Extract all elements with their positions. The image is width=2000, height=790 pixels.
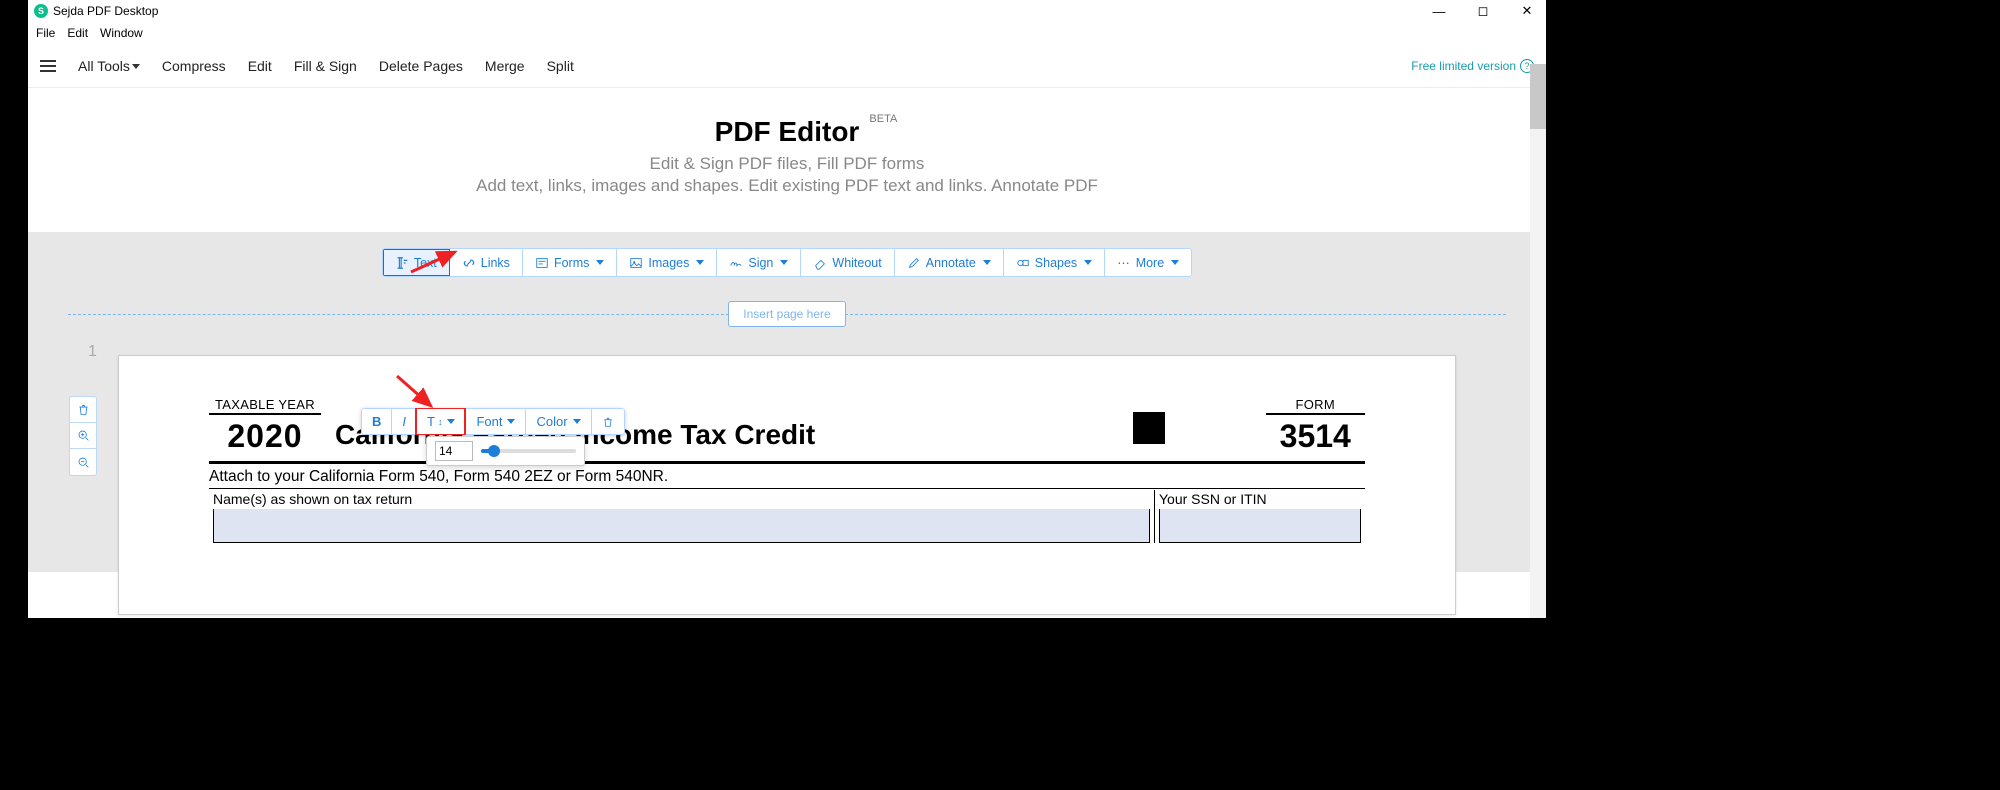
zoom-in-icon [77, 429, 90, 442]
window-title: Sejda PDF Desktop [53, 4, 158, 18]
form-number: 3514 [1266, 418, 1365, 455]
font-color-button[interactable]: Color [525, 408, 590, 435]
pdf-page[interactable]: B I T↕ Font Color [118, 355, 1456, 615]
free-version-link[interactable]: Free limited version ? [1411, 59, 1534, 73]
image-icon [629, 256, 643, 270]
page-side-tools [69, 396, 97, 476]
scrollbar-thumb[interactable] [1530, 64, 1546, 129]
pencil-icon [907, 256, 921, 270]
insert-page-button[interactable]: Insert page here [728, 301, 845, 327]
names-input[interactable] [213, 509, 1150, 543]
chevron-down-icon [447, 419, 455, 424]
chevron-down-icon [983, 260, 991, 265]
font-size-input[interactable] [435, 441, 473, 461]
hero: PDF Editor BETA Edit & Sign PDF files, F… [28, 88, 1546, 232]
page-title: PDF Editor BETA [715, 116, 860, 148]
font-family-button[interactable]: Font [465, 408, 525, 435]
tool-text-button[interactable]: Text [383, 249, 450, 276]
barcode-placeholder [1133, 412, 1165, 444]
menu-window[interactable]: Window [100, 26, 143, 40]
font-size-slider[interactable] [481, 449, 576, 453]
tax-year: 2020 [209, 418, 321, 455]
chevron-down-icon [696, 260, 704, 265]
tool-images-button[interactable]: Images [617, 249, 717, 276]
eraser-icon [813, 256, 827, 270]
insert-page-row: Insert page here [68, 301, 1506, 327]
delete-text-button[interactable] [591, 408, 625, 435]
window-minimize-button[interactable]: — [1426, 4, 1452, 19]
chevron-down-icon [132, 64, 140, 69]
chevron-down-icon [780, 260, 788, 265]
tool-sign-button[interactable]: Sign [717, 249, 801, 276]
ssn-field-label: Your SSN or ITIN [1159, 491, 1361, 507]
zoom-in-button[interactable] [70, 423, 96, 449]
chevron-down-icon [596, 260, 604, 265]
text-format-toolbar: B I T↕ Font Color [361, 408, 625, 435]
chevron-down-icon [573, 419, 581, 424]
trash-icon [602, 416, 614, 428]
hero-subtitle: Edit & Sign PDF files, Fill PDF forms [28, 154, 1546, 174]
beta-badge: BETA [869, 113, 897, 125]
nav-compress[interactable]: Compress [162, 58, 226, 74]
nav-all-tools[interactable]: All Tools [78, 58, 140, 74]
edit-toolbar: Text Links Forms Images [28, 248, 1546, 277]
menu-edit[interactable]: Edit [67, 26, 88, 40]
nav-fill-sign[interactable]: Fill & Sign [294, 58, 357, 74]
ssn-input[interactable] [1159, 509, 1361, 543]
dots-icon: ⋯ [1117, 255, 1131, 270]
shapes-icon [1016, 256, 1030, 270]
zoom-out-button[interactable] [70, 449, 96, 475]
delete-page-button[interactable] [70, 397, 96, 423]
nav-merge[interactable]: Merge [485, 58, 525, 74]
chevron-down-icon [1171, 260, 1179, 265]
chevron-down-icon [507, 419, 515, 424]
tool-more-button[interactable]: ⋯ More [1105, 249, 1191, 276]
window-titlebar: S Sejda PDF Desktop — ◻ ✕ [28, 0, 1546, 22]
form-label: FORM [1266, 397, 1365, 415]
app-toolbar: All Tools Compress Edit Fill & Sign Dele… [28, 44, 1546, 88]
text-cursor-icon [395, 256, 409, 270]
signature-icon [729, 256, 743, 270]
menubar: File Edit Window [28, 22, 1546, 44]
page-number: 1 [88, 343, 97, 361]
hero-description: Add text, links, images and shapes. Edit… [28, 176, 1546, 196]
tool-annotate-button[interactable]: Annotate [895, 249, 1004, 276]
italic-button[interactable]: I [391, 408, 416, 435]
tool-forms-button[interactable]: Forms [523, 249, 617, 276]
bold-button[interactable]: B [361, 408, 391, 435]
attach-instruction: Attach to your California Form 540, Form… [209, 468, 1365, 486]
zoom-out-icon [77, 456, 90, 469]
names-field-label: Name(s) as shown on tax return [213, 491, 1150, 507]
nav-edit[interactable]: Edit [248, 58, 272, 74]
tool-shapes-button[interactable]: Shapes [1004, 249, 1105, 276]
font-size-button[interactable]: T↕ [416, 408, 465, 435]
taxable-year-label: TAXABLE YEAR [209, 397, 321, 415]
font-size-popover [426, 436, 585, 466]
nav-split[interactable]: Split [547, 58, 574, 74]
window-maximize-button[interactable]: ◻ [1470, 3, 1496, 19]
nav-delete-pages[interactable]: Delete Pages [379, 58, 463, 74]
tool-whiteout-button[interactable]: Whiteout [801, 249, 894, 276]
form-icon [535, 256, 549, 270]
app-icon: S [34, 4, 48, 18]
trash-icon [77, 403, 90, 416]
window-close-button[interactable]: ✕ [1514, 3, 1540, 19]
document-area: Text Links Forms Images [28, 232, 1546, 572]
hamburger-icon[interactable] [40, 60, 56, 72]
chevron-down-icon [1084, 260, 1092, 265]
vertical-scrollbar[interactable] [1530, 64, 1546, 618]
tool-links-button[interactable]: Links [450, 249, 523, 276]
menu-file[interactable]: File [36, 26, 55, 40]
link-icon [462, 256, 476, 270]
